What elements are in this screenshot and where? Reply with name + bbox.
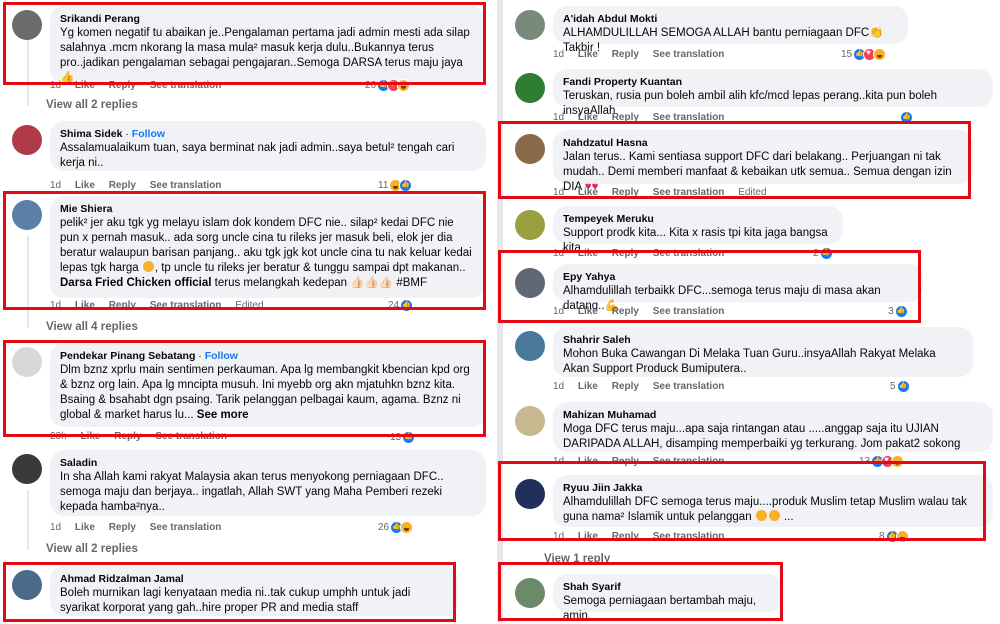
- commenter-name[interactable]: Saladin: [60, 456, 476, 470]
- avatar[interactable]: [515, 331, 545, 361]
- see-translation-link[interactable]: See translation: [653, 49, 725, 60]
- like-button[interactable]: Like: [75, 522, 95, 533]
- reply-button[interactable]: Reply: [612, 49, 639, 60]
- reply-button[interactable]: Reply: [109, 522, 136, 533]
- timestamp[interactable]: 1d: [553, 381, 564, 392]
- comment-text: In sha Allah kami rakyat Malaysia akan t…: [60, 471, 444, 513]
- comment-actions: 1d Like Reply See translation: [50, 180, 232, 191]
- comment-text: Mohon Buka Cawangan Di Melaka Tuan Guru.…: [563, 348, 936, 375]
- follow-button[interactable]: Follow: [132, 128, 165, 140]
- reaction-count: 5: [890, 381, 896, 392]
- view-replies-link[interactable]: View all 2 replies: [46, 543, 138, 555]
- comment-text: Moga DFC terus maju...apa saja rintangan…: [563, 423, 961, 450]
- avatar[interactable]: [12, 125, 42, 155]
- highlight-box: [3, 191, 486, 310]
- highlight-box: [498, 121, 971, 199]
- comment-bubble: Mahizan Muhamad Moga DFC terus maju...ap…: [553, 402, 993, 452]
- view-replies-link[interactable]: View all 4 replies: [46, 321, 138, 333]
- reactions[interactable]: 5: [890, 380, 910, 393]
- avatar[interactable]: [515, 10, 545, 40]
- see-translation-link[interactable]: See translation: [150, 522, 222, 533]
- commenter-name[interactable]: A'idah Abdul Mokti: [563, 12, 898, 26]
- comment-bubble: Shima Sidek · Follow Assalamualaikum tua…: [50, 121, 486, 171]
- timestamp[interactable]: 1d: [50, 180, 61, 191]
- right-comment-column: A'idah Abdul Mokti ALHAMDULILLAH SEMOGA …: [498, 0, 1000, 623]
- highlight-box: [498, 250, 921, 323]
- highlight-box: [3, 2, 486, 85]
- avatar[interactable]: [12, 454, 42, 484]
- haha-reaction-icon: [873, 48, 887, 61]
- highlight-box: [3, 340, 486, 437]
- like-reaction-icon: [896, 380, 910, 393]
- see-translation-link[interactable]: See translation: [653, 381, 725, 392]
- commenter-name[interactable]: Fandi Property Kuantan: [563, 75, 983, 89]
- like-button[interactable]: Like: [578, 381, 598, 392]
- commenter-name[interactable]: Shima Sidek · Follow: [60, 127, 476, 141]
- comment-bubble: Fandi Property Kuantan Teruskan, rusia p…: [553, 69, 993, 117]
- avatar[interactable]: [515, 406, 545, 436]
- commenter-name[interactable]: Mahizan Muhamad: [563, 408, 983, 422]
- reaction-count: 15: [841, 49, 853, 60]
- reply-button[interactable]: Reply: [109, 180, 136, 191]
- commenter-name[interactable]: Tempeyek Meruku: [563, 212, 833, 226]
- view-replies-link[interactable]: View all 2 replies: [46, 99, 138, 111]
- thread-line: [27, 490, 29, 550]
- left-comment-column: Srikandi Perang Yg komen negatif tu abai…: [0, 0, 497, 623]
- comment-actions: 1d Like Reply See translation: [50, 522, 232, 533]
- comment-bubble: A'idah Abdul Mokti ALHAMDULILLAH SEMOGA …: [553, 6, 908, 54]
- highlight-box: [3, 562, 456, 622]
- highlight-box: [498, 461, 986, 541]
- like-button[interactable]: Like: [578, 49, 598, 60]
- highlight-box: [498, 562, 783, 621]
- comment-bubble: Tempeyek Meruku Support prodk kita... Ki…: [553, 206, 843, 254]
- comment-actions: 1d Like Reply See translation: [553, 49, 735, 60]
- commenter-name[interactable]: Shahrir Saleh: [563, 333, 963, 347]
- reaction-count: 26: [378, 522, 390, 533]
- comment-text: Assalamualaikum tuan, saya berminat nak …: [60, 142, 455, 169]
- avatar[interactable]: [515, 73, 545, 103]
- reactions[interactable]: 26: [378, 521, 414, 534]
- reaction-count: 11: [378, 180, 389, 191]
- see-translation-link[interactable]: See translation: [150, 180, 222, 191]
- timestamp[interactable]: 1d: [50, 522, 61, 533]
- comment-bubble: Saladin In sha Allah kami rakyat Malaysi…: [50, 450, 486, 516]
- like-button[interactable]: Like: [75, 180, 95, 191]
- timestamp[interactable]: 1d: [553, 49, 564, 60]
- avatar[interactable]: [515, 210, 545, 240]
- comment-actions: 1d Like Reply See translation: [553, 381, 735, 392]
- haha-reaction-icon: [400, 521, 414, 534]
- reply-button[interactable]: Reply: [612, 381, 639, 392]
- reactions[interactable]: 15: [841, 48, 887, 61]
- comment-bubble: Shahrir Saleh Mohon Buka Cawangan Di Mel…: [553, 327, 973, 377]
